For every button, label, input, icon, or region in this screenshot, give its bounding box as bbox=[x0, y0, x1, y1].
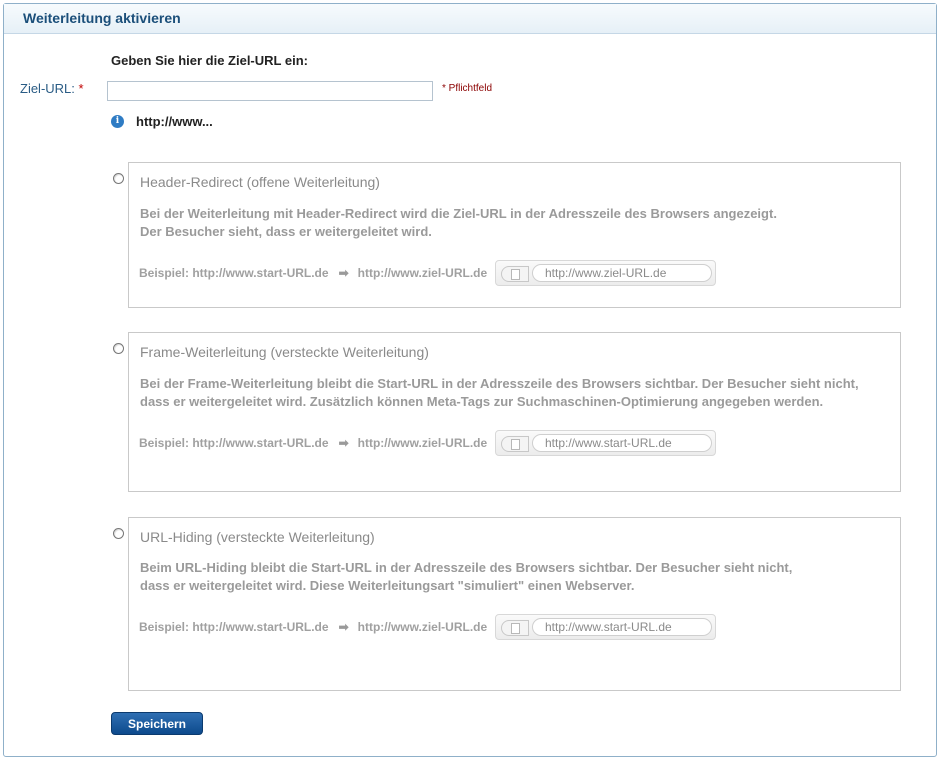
ziel-url-label: Ziel-URL: * bbox=[20, 81, 84, 96]
example-target: http://www.ziel-URL.de bbox=[357, 436, 488, 450]
arrow-right-icon: ➡ bbox=[338, 266, 349, 280]
option-description: Beim URL-Hiding bleibt die Start-URL in … bbox=[140, 559, 792, 595]
panel-title: Weiterleitung aktivieren bbox=[4, 4, 936, 34]
example-target: http://www.ziel-URL.de bbox=[357, 620, 488, 634]
option-description: Bei der Weiterleitung mit Header-Redirec… bbox=[140, 205, 777, 241]
browser-url: http://www.start-URL.de bbox=[532, 618, 712, 636]
option-title: Header-Redirect (offene Weiterleitung) bbox=[140, 174, 380, 190]
option-description-line: dass er weitergeleitet wird. Zusätzlich … bbox=[140, 394, 824, 409]
ziel-url-input[interactable] bbox=[107, 81, 433, 101]
option-description-line: Bei der Weiterleitung mit Header-Redirec… bbox=[140, 206, 777, 221]
required-note: * Pflichtfeld bbox=[442, 83, 493, 94]
option-header-redirect: Header-Redirect (offene Weiterleitung) B… bbox=[128, 162, 901, 308]
option-frame-redirect: Frame-Weiterleitung (versteckte Weiterle… bbox=[128, 332, 901, 492]
option-description-line: Beim URL-Hiding bleibt die Start-URL in … bbox=[140, 560, 793, 575]
option-example: Beispiel: http://www.start-URL.de ➡ http:/… bbox=[139, 436, 487, 450]
example-start: Beispiel: http://www.start-URL.de bbox=[139, 436, 329, 450]
arrow-right-icon: ➡ bbox=[338, 620, 349, 634]
option-title: URL-Hiding (versteckte Weiterleitung) bbox=[140, 529, 375, 545]
radio-frame-redirect[interactable] bbox=[113, 343, 124, 354]
required-star: * bbox=[78, 81, 84, 96]
browser-url: http://www.start-URL.de bbox=[532, 434, 712, 452]
option-description-line: Der Besucher sieht, dass er weitergeleit… bbox=[140, 224, 432, 239]
option-title: Frame-Weiterleitung (versteckte Weiterle… bbox=[140, 344, 429, 360]
browser-address-bar: http://www.start-URL.de bbox=[495, 614, 716, 640]
option-example: Beispiel: http://www.start-URL.de ➡ http:/… bbox=[139, 266, 487, 280]
option-description: Bei der Frame-Weiterleitung bleibt die S… bbox=[140, 375, 859, 411]
option-description-line: Bei der Frame-Weiterleitung bleibt die S… bbox=[140, 376, 859, 391]
example-start: Beispiel: http://www.start-URL.de bbox=[139, 266, 329, 280]
browser-url: http://www.ziel-URL.de bbox=[532, 264, 712, 282]
option-url-hiding: URL-Hiding (versteckte Weiterleitung) Be… bbox=[128, 517, 901, 691]
info-icon: i bbox=[111, 115, 124, 128]
arrow-right-icon: ➡ bbox=[338, 436, 349, 450]
browser-address-bar: http://www.ziel-URL.de bbox=[495, 260, 716, 286]
form-prompt: Geben Sie hier die Ziel-URL ein: bbox=[111, 53, 308, 68]
example-start: Beispiel: http://www.start-URL.de bbox=[139, 620, 329, 634]
ziel-url-label-text: Ziel-URL: bbox=[20, 81, 75, 96]
page-icon bbox=[501, 266, 529, 282]
option-example: Beispiel: http://www.start-URL.de ➡ http:/… bbox=[139, 620, 487, 634]
radio-url-hiding[interactable] bbox=[113, 528, 124, 539]
url-hint: http://www... bbox=[136, 114, 213, 129]
option-description-line: dass er weitergeleitet wird. Diese Weite… bbox=[140, 578, 635, 593]
page-icon bbox=[501, 620, 529, 636]
save-button[interactable]: Speichern bbox=[111, 712, 203, 735]
page-icon bbox=[501, 436, 529, 452]
example-target: http://www.ziel-URL.de bbox=[357, 266, 488, 280]
browser-address-bar: http://www.start-URL.de bbox=[495, 430, 716, 456]
radio-header-redirect[interactable] bbox=[113, 173, 124, 184]
